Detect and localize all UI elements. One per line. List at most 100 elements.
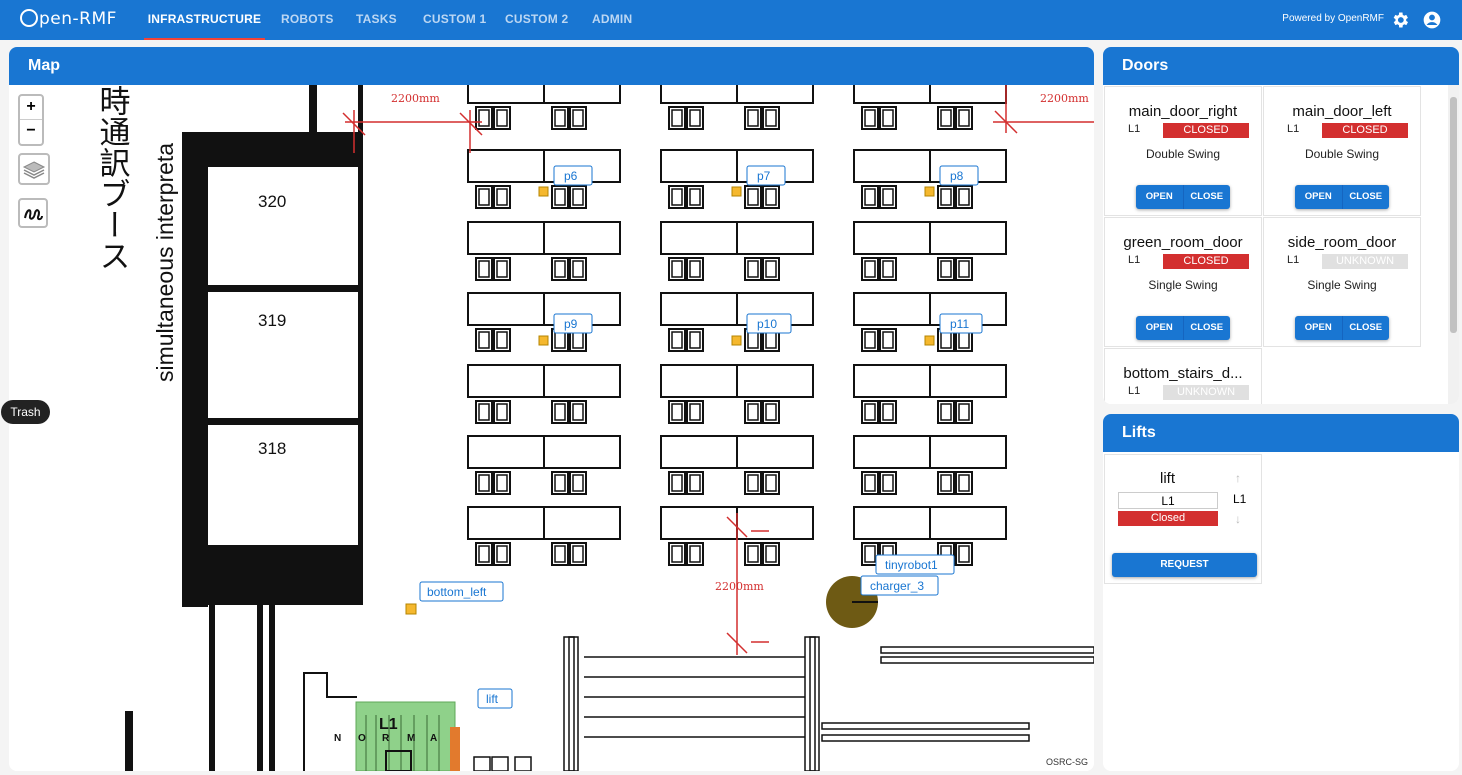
door-level: L1 [1128, 123, 1141, 135]
door-open-button[interactable]: OPEN [1136, 185, 1184, 209]
map-panel-title: Map [9, 47, 1094, 85]
waypoint-label-p6: p6 [564, 169, 578, 183]
waypoint-label-charger-3: charger_3 [870, 579, 924, 593]
tab-admin[interactable]: ADMIN [592, 0, 632, 40]
zoom-out-button[interactable]: − [20, 120, 42, 144]
door-open-button[interactable]: OPEN [1295, 316, 1343, 340]
tab-tasks[interactable]: TASKS [356, 0, 397, 40]
robot-label-tinyrobot1: tinyrobot1 [885, 558, 938, 572]
door-close-button[interactable]: CLOSE [1343, 316, 1390, 340]
door-motion-type: Single Swing [1307, 278, 1377, 292]
trash-button[interactable]: Trash [1, 400, 50, 424]
tab-custom-1[interactable]: CUSTOM 1 [423, 0, 486, 40]
door-open-button[interactable]: OPEN [1295, 185, 1343, 209]
lift-name: lift [1160, 470, 1175, 487]
lifts-panel-title: Lifts [1103, 414, 1459, 452]
door-level: L1 [1287, 254, 1300, 266]
door-card: main_door_left L1 CLOSED Double Swing OP… [1263, 86, 1421, 216]
zoom-control: + − [18, 94, 44, 146]
lift-overlay-letter-m: M [407, 733, 415, 744]
door-button-group: OPEN CLOSE [1295, 316, 1389, 340]
waypoint-bottom-left-marker[interactable] [405, 603, 417, 615]
open-rmf-logo[interactable]: pen-RMF [20, 9, 117, 29]
waypoint-label-p11: p11 [950, 317, 969, 331]
door-state-badge: UNKNOWN [1163, 385, 1249, 400]
account-circle-icon[interactable] [1422, 10, 1442, 30]
waypoint-p8-marker[interactable] [924, 186, 935, 197]
vertical-label-english: simultaneous interpreta [152, 143, 178, 382]
door-name: main_door_right [1128, 103, 1238, 120]
waypoint-label-p7: p7 [757, 169, 771, 183]
dimension-label-top-right: 2200mm [1040, 92, 1089, 105]
waypoint-label-bottom-left: bottom_left [427, 585, 487, 599]
lift-overlay-level: L1 [379, 716, 398, 733]
door-name: main_door_left [1292, 103, 1392, 120]
lift-request-button[interactable]: REQUEST [1112, 553, 1257, 577]
door-button-group: OPEN CLOSE [1136, 185, 1230, 209]
doors-scrollbar-thumb[interactable] [1450, 97, 1457, 333]
desk-column-1 [468, 85, 620, 565]
doors-panel-title: Doors [1103, 47, 1459, 85]
door-motion-type: Double Swing [1304, 147, 1380, 161]
freehand-draw-icon [24, 209, 43, 221]
door-card: main_door_right L1 CLOSED Double Swing O… [1104, 86, 1262, 216]
door-name: green_room_door [1123, 234, 1243, 251]
door-card: green_room_door L1 CLOSED Single Swing O… [1104, 217, 1262, 347]
doors-list: main_door_right L1 CLOSED Double Swing O… [1103, 85, 1448, 404]
waypoint-p6-marker[interactable] [538, 186, 549, 197]
door-open-button[interactable]: OPEN [1136, 316, 1184, 340]
door-motion-type: Double Swing [1145, 147, 1221, 161]
app-bar: pen-RMF INFRASTRUCTURE ROBOTS TASKS CUST… [0, 0, 1462, 40]
door-level: L1 [1128, 385, 1141, 397]
layers-control-button[interactable] [18, 153, 50, 185]
zoom-in-button[interactable]: + [20, 96, 42, 120]
tab-robots[interactable]: ROBOTS [281, 0, 334, 40]
door-button-group: OPEN CLOSE [1295, 185, 1389, 209]
door-card: bottom_stairs_d... L1 UNKNOWN [1104, 348, 1262, 404]
lift-label: lift [486, 692, 499, 706]
waypoint-label-p8: p8 [950, 169, 964, 183]
door-state-badge: UNKNOWN [1322, 254, 1408, 269]
lifts-panel: Lifts lift L1 Closed ↑ L1 ↓ REQUEST [1103, 414, 1459, 771]
waypoint-p9-marker[interactable] [538, 335, 549, 346]
tab-custom-2[interactable]: CUSTOM 2 [505, 0, 568, 40]
lift-overlay-letter-n: N [334, 733, 341, 744]
waypoint-p11-marker[interactable] [924, 335, 935, 346]
desk-column-3 [854, 85, 1006, 565]
lift-down-arrow-icon: ↓ [1235, 512, 1241, 526]
door-level: L1 [1287, 123, 1300, 135]
door-close-button[interactable]: CLOSE [1184, 185, 1231, 209]
door-close-button[interactable]: CLOSE [1184, 316, 1231, 340]
door-level: L1 [1128, 254, 1141, 266]
door-motion-type: Single Swing [1148, 278, 1218, 292]
tab-infrastructure[interactable]: INFRASTRUCTURE [144, 0, 265, 40]
map-panel: Map 2200mm 2200mm 2200mm 320 319 318 時通訳… [9, 47, 1094, 771]
room-label-318: 318 [258, 439, 286, 458]
doors-scrollbar[interactable] [1448, 85, 1459, 404]
waypoint-p7-marker[interactable] [731, 186, 742, 197]
draw-path-button[interactable] [18, 198, 48, 228]
room-label-320: 320 [258, 192, 286, 211]
dimension-label-center: 2200mm [715, 580, 764, 593]
lift-overlay-letter-a: A [430, 733, 437, 744]
vertical-label-japanese: 時通訳ブース [95, 85, 130, 271]
lift-up-arrow-icon: ↑ [1235, 471, 1241, 485]
door-state-badge: CLOSED [1163, 123, 1249, 138]
door-name: bottom_stairs_d... [1123, 365, 1243, 382]
floor-map[interactable]: 2200mm 2200mm 2200mm 320 319 318 時通訳ブース … [9, 85, 1094, 771]
lift-card: lift L1 Closed ↑ L1 ↓ REQUEST [1104, 454, 1262, 584]
waypoint-label-p9: p9 [564, 317, 578, 331]
doors-panel: Doors main_door_right L1 CLOSED Double S… [1103, 47, 1459, 404]
lift-overlay-letter-r: R [382, 733, 390, 744]
settings-gear-icon[interactable] [1390, 10, 1410, 30]
door-name: side_room_door [1287, 234, 1397, 251]
door-button-group: OPEN CLOSE [1136, 316, 1230, 340]
map-attribution: OSRC-SG [1045, 757, 1088, 767]
powered-by-label: Powered by OpenRMF [1282, 13, 1384, 24]
waypoint-p10-marker[interactable] [731, 335, 742, 346]
lift-current-level: L1 [1233, 492, 1247, 506]
lift-door-state-badge: Closed [1118, 511, 1218, 526]
door-state-badge: CLOSED [1163, 254, 1249, 269]
door-close-button[interactable]: CLOSE [1343, 185, 1390, 209]
lift-destination-level: L1 [1118, 492, 1218, 509]
